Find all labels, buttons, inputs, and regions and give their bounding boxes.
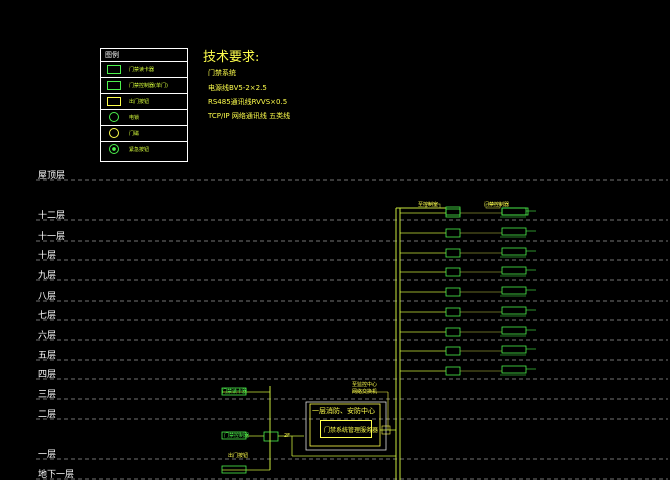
legend-row-door: 门磁 (101, 125, 187, 142)
legend-row-button: 出门按钮 (101, 93, 187, 110)
server-label: 门禁系统管理服务器 (324, 427, 379, 434)
reader-icon (501, 227, 527, 236)
reader-icon (501, 247, 527, 256)
reader-icon (107, 65, 121, 74)
left-controller-label: 门禁控制器 (224, 433, 250, 439)
alarm-icon (109, 144, 119, 154)
legend-text: 门禁读卡器 (129, 67, 155, 73)
floor-label: 三层 (38, 390, 57, 400)
floor-label: 四层 (38, 370, 57, 380)
riser-top-label-2: 门禁控制器 (484, 202, 510, 208)
floor-label: 九层 (38, 271, 57, 281)
legend-row-reader: 门禁读卡器 (101, 61, 187, 78)
legend-text: 电锁 (129, 115, 140, 121)
door-icon (109, 128, 119, 138)
legend-row-alarm: 紧急按钮 (101, 141, 187, 158)
left-floor-tag: 2F (284, 433, 291, 439)
requirement-line: RS485通讯线RVVS×0.5 (208, 98, 288, 106)
requirements-title: 技术要求: (203, 50, 260, 65)
legend-row-controller: 门禁控制器(单门) (101, 77, 187, 94)
floor-label: 地下一层 (38, 470, 75, 480)
controller-icon (445, 208, 461, 218)
floor-label: 八层 (38, 292, 57, 302)
requirement-line: 电源线BV5-2×2.5 (208, 84, 267, 92)
reader-icon (221, 465, 247, 474)
center-top-note-2: 网络交换机 (352, 389, 378, 395)
center-top-note: 至监控中心 (352, 382, 378, 388)
legend-text: 门磁 (129, 131, 140, 137)
controller-icon (263, 431, 279, 442)
floor-label: 一层 (38, 450, 57, 460)
reader-icon (501, 345, 527, 354)
cad-drawing: 图例 门禁读卡器 门禁控制器(单门) 出门按钮 电锁 门磁 紧急按钮 技术要求:… (0, 0, 670, 480)
controller-icon (445, 228, 461, 238)
lock-icon (109, 112, 119, 122)
controller-icon (445, 346, 461, 356)
legend-text: 出门按钮 (129, 99, 150, 105)
controller-icon (445, 287, 461, 297)
controller-icon (445, 206, 461, 216)
control-center-title: 一层消防、安防中心 (312, 407, 375, 415)
reader-icon (501, 207, 527, 216)
server-box: 门禁系统管理服务器 (320, 420, 378, 438)
left-reader-label: 门禁读卡器 (222, 389, 248, 395)
floor-label: 七层 (38, 311, 57, 321)
reader-icon (501, 266, 527, 275)
floor-label: 二层 (38, 410, 57, 420)
floor-label: 十二层 (38, 211, 66, 221)
legend-table: 图例 门禁读卡器 门禁控制器(单门) 出门按钮 电锁 门磁 紧急按钮 (100, 48, 188, 162)
controller-icon (107, 81, 121, 90)
controller-icon (445, 366, 461, 376)
requirement-line: 门禁系统 (208, 69, 236, 77)
floor-label: 屋顶层 (38, 171, 66, 181)
button-icon (107, 97, 121, 106)
controller-icon (445, 267, 461, 277)
controller-icon (445, 248, 461, 258)
floor-label: 六层 (38, 331, 57, 341)
floor-label: 十一层 (38, 232, 66, 242)
legend-row-lock: 电锁 (101, 109, 187, 126)
floor-label: 十层 (38, 251, 57, 261)
reader-icon (501, 207, 529, 216)
reader-icon (501, 286, 527, 295)
left-button-label: 出门按钮 (228, 453, 249, 459)
controller-icon (445, 327, 461, 337)
reader-icon (501, 365, 527, 374)
riser-top-label: 至控制室 (418, 202, 439, 208)
reader-icon (501, 306, 527, 315)
legend-title: 图例 (105, 51, 119, 59)
controller-icon (445, 307, 461, 317)
requirement-line: TCP/IP 网络通讯线 五类线 (208, 112, 291, 120)
reader-icon (501, 326, 527, 335)
legend-text: 紧急按钮 (129, 147, 150, 153)
legend-text: 门禁控制器(单门) (129, 83, 168, 89)
floor-label: 五层 (38, 351, 57, 361)
